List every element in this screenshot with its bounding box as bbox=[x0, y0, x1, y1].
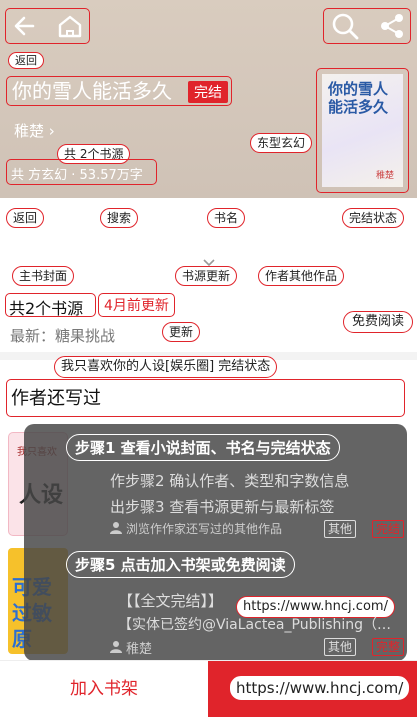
annot-free-read: 免费阅读 bbox=[343, 311, 414, 333]
annot-back: 返回 bbox=[6, 208, 45, 228]
search-icon[interactable] bbox=[330, 11, 360, 41]
genre-note: 东型玄幻 bbox=[250, 133, 313, 153]
book-title: 你的雪人能活多久 bbox=[12, 79, 172, 103]
book-cover[interactable]: 你的雪人能活多久 稚楚 bbox=[322, 74, 403, 187]
step5-label: 步骤5 点击加入书架或免费阅读 bbox=[66, 551, 295, 578]
step3-label: 出步骤3 查看书源更新与最新标签 bbox=[110, 498, 335, 516]
section-title: 作者还写过 bbox=[11, 388, 101, 409]
list-1-author: 浏览作作家还写过的其他作品 bbox=[126, 522, 283, 536]
author-link[interactable]: 稚楚 › bbox=[14, 120, 55, 141]
chevron-down-icon[interactable] bbox=[202, 253, 216, 267]
person-icon bbox=[110, 639, 122, 653]
list-2-tag-status: 完整 bbox=[372, 638, 405, 656]
back-icon[interactable] bbox=[11, 12, 41, 40]
sources-label[interactable]: 共2个书源 bbox=[9, 295, 83, 319]
annot-book-name: 书名 bbox=[207, 208, 246, 228]
annot-source-update: 书源更新 bbox=[175, 266, 238, 286]
step1-label: 步骤1 查看小说封面、书名与完结状态 bbox=[66, 434, 340, 461]
person-icon bbox=[110, 520, 122, 534]
annot-main-cover: 主书封面 bbox=[12, 266, 75, 286]
add-shelf-button[interactable]: 加入书架 bbox=[0, 661, 208, 717]
list-2-line2: 【实体已签约@ViaLactea_Publishing（… bbox=[118, 617, 392, 633]
sources-updated: 4月前更新 bbox=[98, 293, 175, 317]
step2-label: 作步骤2 确认作者、类型和字数信息 bbox=[110, 472, 350, 490]
annot-rec-title: 我只喜欢你的人设[娱乐圈] 完结状态 bbox=[54, 356, 278, 378]
annot-search: 搜索 bbox=[100, 208, 139, 228]
latest-chapter[interactable]: 最新：糖果挑战 bbox=[10, 325, 115, 346]
list-2-tag-other: 其他 bbox=[324, 638, 357, 656]
list-1-tag-other: 其他 bbox=[324, 520, 357, 538]
label-back-small: 返回 bbox=[8, 52, 44, 69]
home-icon[interactable] bbox=[55, 12, 85, 40]
cover-title: 你的雪人能活多久 bbox=[328, 80, 389, 116]
annot-update-tag: 更新 bbox=[162, 322, 201, 342]
status-badge: 完结 bbox=[188, 81, 228, 103]
list-1-tag-status: 完结 bbox=[372, 520, 405, 538]
annot-completion: 完结状态 bbox=[342, 208, 405, 228]
book-meta: 共 方玄幻 · 53.57万字 bbox=[11, 168, 143, 183]
share-icon[interactable] bbox=[378, 12, 406, 40]
bottom-url: https://www.hncj.com/ bbox=[229, 675, 411, 701]
list-2-author: 稚楚 bbox=[126, 642, 153, 657]
annot-author-other: 作者其他作品 bbox=[258, 266, 345, 286]
cover-author: 稚楚 bbox=[376, 171, 395, 181]
list-2-line1: 【【全文完结】】 bbox=[118, 592, 224, 610]
